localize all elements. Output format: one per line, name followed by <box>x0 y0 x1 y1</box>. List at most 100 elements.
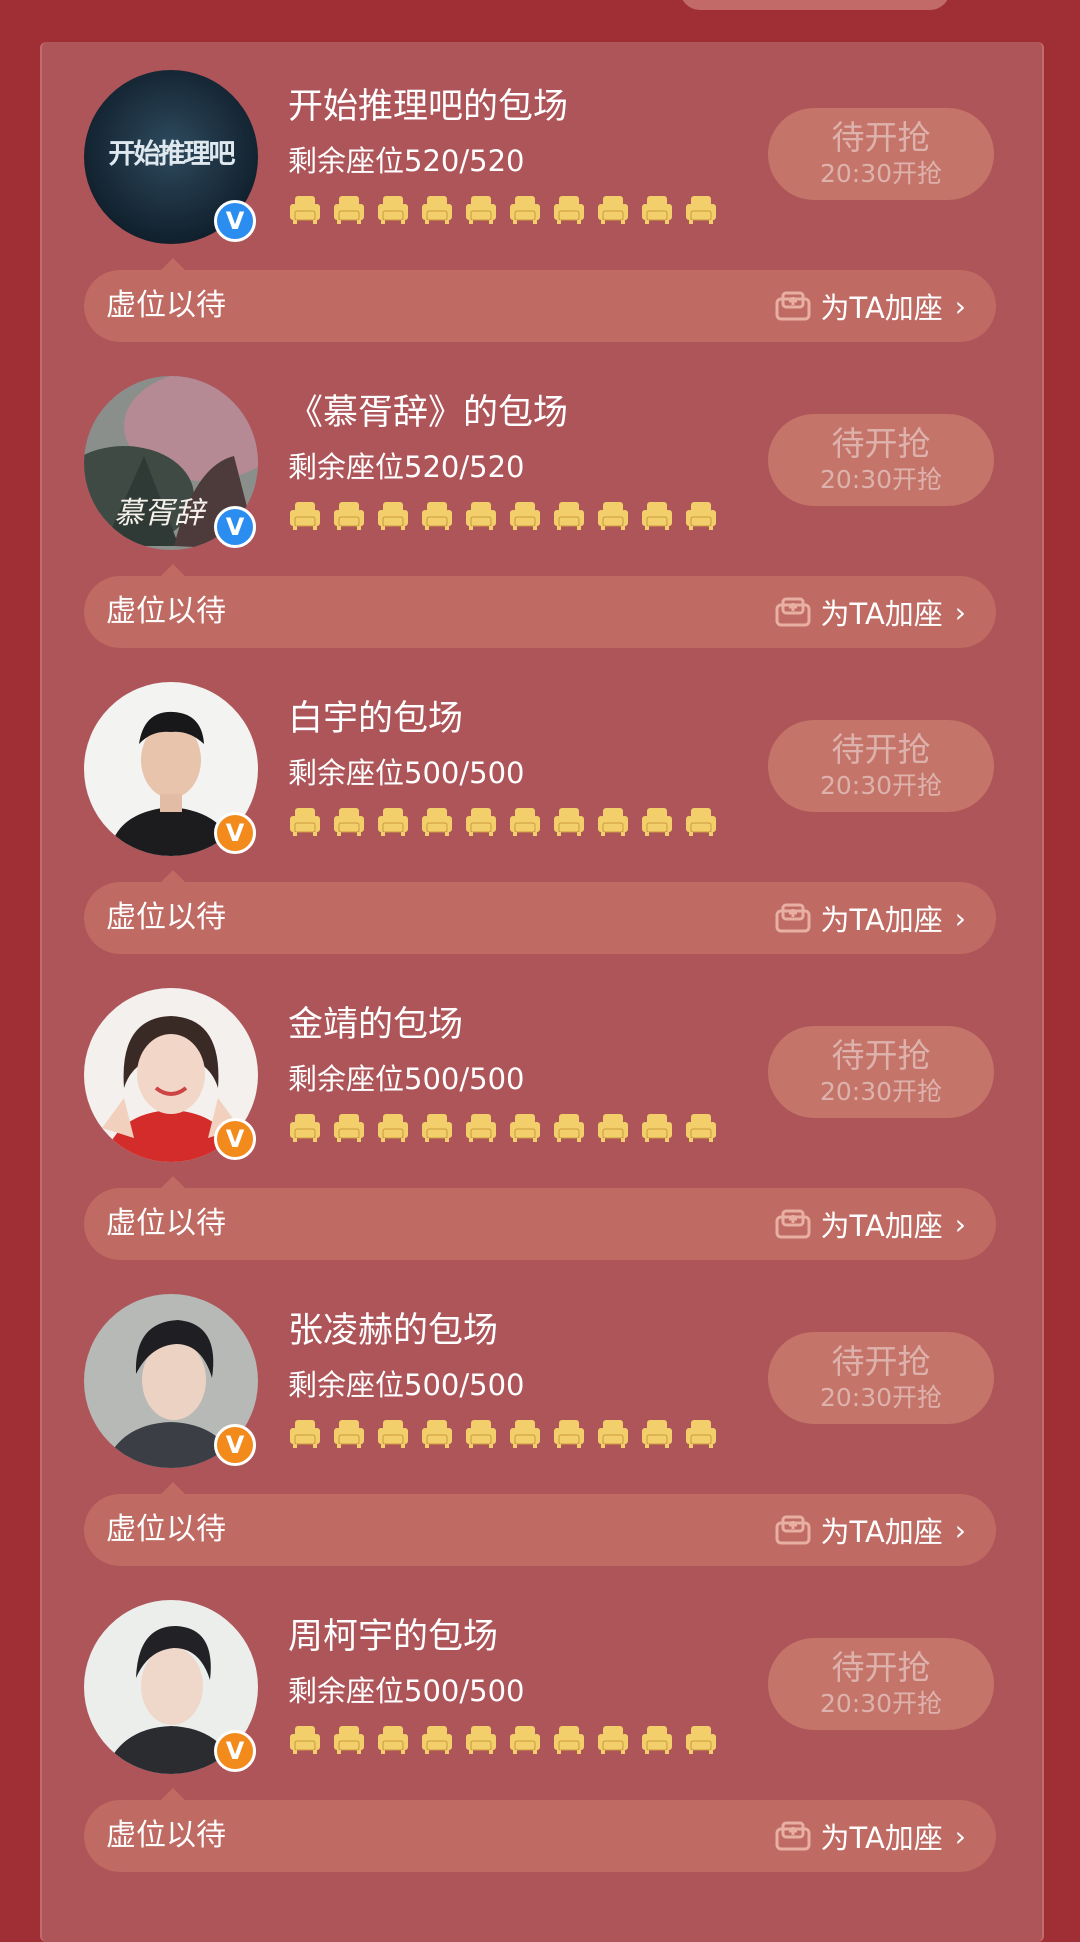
grab-button-label: 待开抢 <box>831 1036 931 1075</box>
sofa-seat-icon <box>642 1726 672 1754</box>
chevron-right-icon: › <box>954 1207 966 1241</box>
avatar[interactable]: V <box>84 1600 258 1774</box>
blue-v-icon: V <box>214 506 256 548</box>
seat-icons-row <box>288 498 718 538</box>
sofa-seat-icon <box>554 1114 584 1142</box>
add-seat-link[interactable]: 为TA加座 › <box>774 1494 966 1566</box>
vacancy-bar: 虚位以待 为TA加座 › <box>84 882 996 954</box>
screening-title: 周柯宇的包场 <box>288 1617 499 1657</box>
remaining-seats: 剩余座位500/500 <box>288 1056 525 1098</box>
grab-button[interactable]: 待开抢 20:30开抢 <box>768 414 994 506</box>
sofa-seat-icon <box>510 502 540 530</box>
avatar[interactable]: V <box>84 682 258 856</box>
avatar[interactable]: V <box>84 1294 258 1468</box>
orange-v-icon: V <box>214 1730 256 1772</box>
add-seat-link[interactable]: 为TA加座 › <box>774 270 966 342</box>
chevron-right-icon: › <box>954 901 966 935</box>
grab-button-label: 待开抢 <box>831 1342 931 1381</box>
sofa-plus-icon <box>775 291 811 321</box>
avatar[interactable]: 慕胥辞 V <box>84 376 258 550</box>
screening-title: 《慕胥辞》的包场 <box>288 393 569 433</box>
add-seat-link[interactable]: 为TA加座 › <box>774 1188 966 1260</box>
sofa-seat-icon <box>554 808 584 836</box>
sofa-seat-icon <box>334 808 364 836</box>
grab-start-time: 20:30开抢 <box>819 1383 943 1412</box>
remaining-seats-count: 500/500 <box>404 1674 525 1708</box>
add-seat-link[interactable]: 为TA加座 › <box>774 1800 966 1872</box>
sofa-seat-icon <box>554 1420 584 1448</box>
sofa-seat-icon <box>422 1726 452 1754</box>
sofa-plus-icon <box>775 1209 811 1239</box>
remaining-seats-label: 剩余座位 <box>288 1062 405 1096</box>
vacancy-text: 虚位以待 <box>106 900 226 935</box>
screening-title: 白宇的包场 <box>288 699 464 739</box>
sofa-seat-icon <box>598 808 628 836</box>
grab-button-label: 待开抢 <box>831 424 931 463</box>
remaining-seats-label: 剩余座位 <box>288 756 405 790</box>
sofa-seat-icon <box>378 502 408 530</box>
vacancy-bar: 虚位以待 为TA加座 › <box>84 1188 996 1260</box>
sofa-plus-icon <box>775 903 811 933</box>
sofa-seat-icon <box>378 1114 408 1142</box>
sofa-seat-icon <box>598 1420 628 1448</box>
sofa-seat-icon <box>598 1726 628 1754</box>
add-seat-link[interactable]: 为TA加座 › <box>774 882 966 954</box>
avatar[interactable]: V <box>84 988 258 1162</box>
sofa-seat-icon <box>642 1420 672 1448</box>
sofa-seat-icon <box>334 1420 364 1448</box>
remaining-seats-count: 500/500 <box>404 1368 525 1402</box>
sofa-seat-icon <box>290 1726 320 1754</box>
sofa-seat-icon <box>510 1420 540 1448</box>
vacancy-text: 虚位以待 <box>106 1512 226 1547</box>
sofa-seat-icon <box>642 502 672 530</box>
sofa-seat-icon <box>290 1420 320 1448</box>
top-tab-edge[interactable] <box>680 0 950 10</box>
sofa-seat-icon <box>686 1726 716 1754</box>
sofa-seat-icon <box>378 196 408 224</box>
sofa-seat-icon <box>554 502 584 530</box>
remaining-seats-label: 剩余座位 <box>288 1368 405 1402</box>
grab-button-label: 待开抢 <box>831 1648 931 1687</box>
grab-start-time: 20:30开抢 <box>819 1077 943 1106</box>
orange-v-icon: V <box>214 812 256 854</box>
sofa-seat-icon <box>334 1114 364 1142</box>
sofa-seat-icon <box>334 1726 364 1754</box>
avatar[interactable]: 开始推理吧 V <box>84 70 258 244</box>
blue-v-icon: V <box>214 200 256 242</box>
grab-button[interactable]: 待开抢 20:30开抢 <box>768 1332 994 1424</box>
grab-button[interactable]: 待开抢 20:30开抢 <box>768 1026 994 1118</box>
add-seat-label: 为TA加座 <box>820 291 943 325</box>
sofa-seat-icon <box>510 1726 540 1754</box>
vacancy-bar: 虚位以待 为TA加座 › <box>84 1494 996 1566</box>
remaining-seats: 剩余座位500/500 <box>288 1668 525 1710</box>
seat-icons-row <box>288 1722 718 1762</box>
sofa-seat-icon <box>466 808 496 836</box>
seat-icons-row <box>288 1416 718 1456</box>
sofa-seat-icon <box>554 1726 584 1754</box>
grab-button[interactable]: 待开抢 20:30开抢 <box>768 108 994 200</box>
sofa-seat-icon <box>642 1114 672 1142</box>
add-seat-label: 为TA加座 <box>820 1821 943 1855</box>
add-seat-link[interactable]: 为TA加座 › <box>774 576 966 648</box>
grab-button[interactable]: 待开抢 20:30开抢 <box>768 720 994 812</box>
grab-start-time: 20:30开抢 <box>819 465 943 494</box>
seat-icons-row <box>288 804 718 844</box>
sofa-seat-icon <box>290 808 320 836</box>
sofa-seat-icon <box>290 196 320 224</box>
sofa-seat-icon <box>466 1114 496 1142</box>
grab-start-time: 20:30开抢 <box>819 1689 943 1718</box>
vacancy-text: 虚位以待 <box>106 1818 226 1853</box>
grab-button[interactable]: 待开抢 20:30开抢 <box>768 1638 994 1730</box>
sofa-seat-icon <box>598 502 628 530</box>
grab-button-label: 待开抢 <box>831 118 931 157</box>
sofa-seat-icon <box>642 196 672 224</box>
sofa-seat-icon <box>686 1114 716 1142</box>
remaining-seats: 剩余座位500/500 <box>288 750 525 792</box>
vacancy-bar: 虚位以待 为TA加座 › <box>84 576 996 648</box>
sofa-seat-icon <box>510 808 540 836</box>
sofa-seat-icon <box>686 1420 716 1448</box>
sofa-seat-icon <box>334 502 364 530</box>
screening-card: V 张凌赫的包场 剩余座位500/500 待开抢 20:30开抢 虚位以待 为T… <box>42 1266 1042 1572</box>
screening-card: 慕胥辞 V 《慕胥辞》的包场 剩余座位520/520 待开抢 20:30开抢 虚… <box>42 348 1042 654</box>
add-seat-label: 为TA加座 <box>820 597 943 631</box>
